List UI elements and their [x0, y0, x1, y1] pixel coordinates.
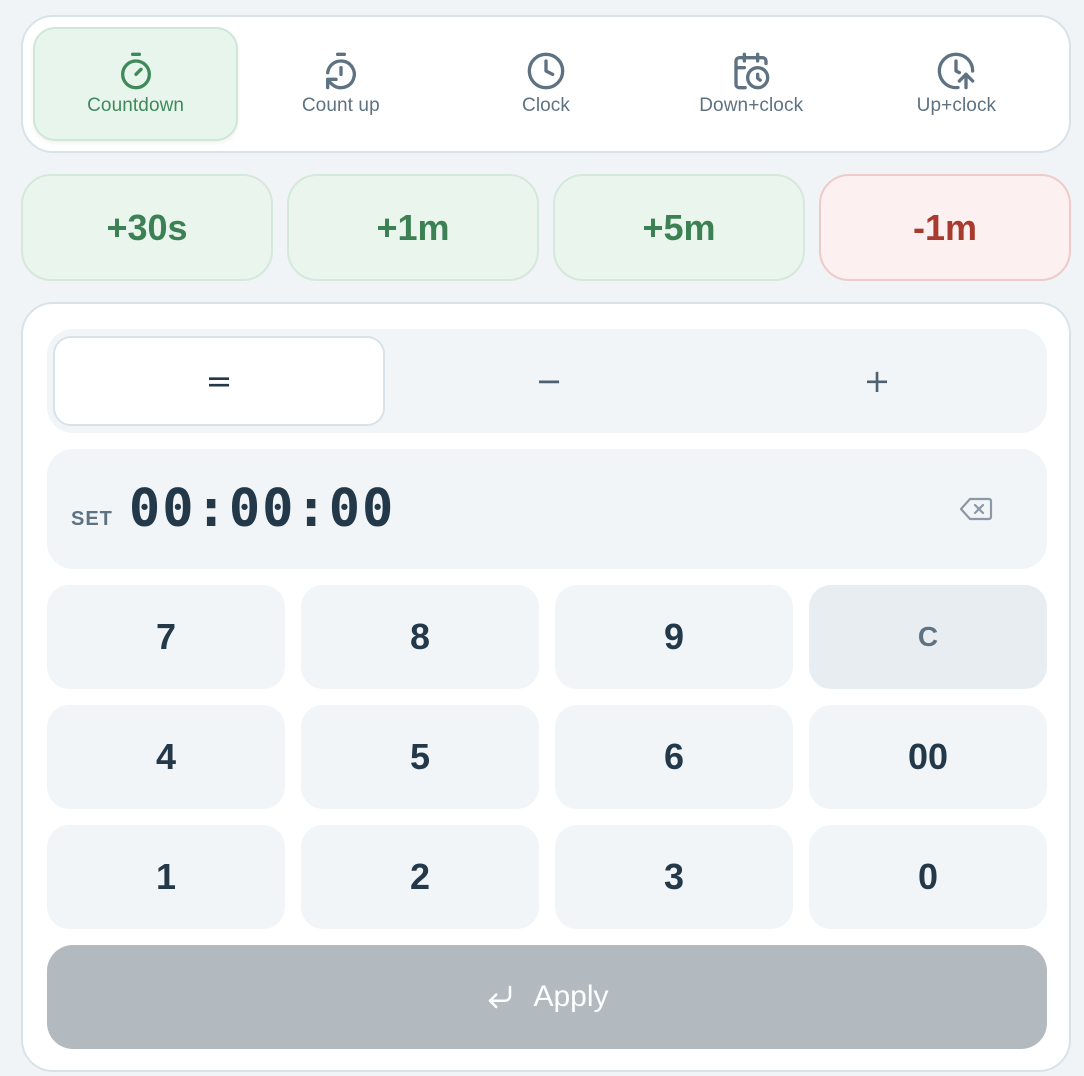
key-2[interactable]: 2 [301, 825, 539, 929]
keypad-panel: = − + SET 00:00:00 7 8 9 C 4 5 6 00 1 2 … [21, 302, 1071, 1072]
key-5[interactable]: 5 [301, 705, 539, 809]
key-7[interactable]: 7 [47, 585, 285, 689]
key-9[interactable]: 9 [555, 585, 793, 689]
add-1m-button[interactable]: +1m [287, 174, 539, 281]
op-add-button[interactable]: + [713, 336, 1041, 426]
tab-label: Down+clock [699, 95, 804, 116]
numeric-keypad: 7 8 9 C 4 5 6 00 1 2 3 0 [47, 585, 1047, 929]
mode-selector: Countdown Count up Clock Down+clock Up+c… [21, 15, 1071, 153]
tab-clock[interactable]: Clock [443, 27, 648, 141]
add-5m-button[interactable]: +5m [553, 174, 805, 281]
op-subtract-button[interactable]: − [385, 336, 713, 426]
apply-button[interactable]: Apply [47, 945, 1047, 1049]
apply-label: Apply [533, 980, 609, 1013]
key-8[interactable]: 8 [301, 585, 539, 689]
tab-countdown[interactable]: Countdown [33, 27, 239, 141]
operation-selector: = − + [47, 329, 1047, 433]
key-3[interactable]: 3 [555, 825, 793, 929]
quick-adjust-row: +30s +1m +5m -1m [21, 174, 1071, 281]
op-set-button[interactable]: = [53, 336, 385, 426]
tab-count-up[interactable]: Count up [238, 27, 443, 141]
tab-down-clock[interactable]: Down+clock [649, 27, 854, 141]
backspace-icon[interactable] [959, 497, 993, 521]
calendar-clock-icon [734, 52, 770, 90]
key-6[interactable]: 6 [555, 705, 793, 809]
clear-button[interactable]: C [809, 585, 1047, 689]
subtract-1m-button[interactable]: -1m [819, 174, 1071, 281]
tab-up-clock[interactable]: Up+clock [854, 27, 1059, 141]
stopwatch-icon [120, 52, 151, 90]
enter-icon [489, 985, 512, 1009]
timer-reset-icon [325, 52, 356, 90]
tab-label: Clock [522, 95, 571, 116]
tab-label: Countdown [87, 95, 185, 116]
add-30s-button[interactable]: +30s [21, 174, 273, 281]
clock-icon [527, 52, 565, 90]
key-00[interactable]: 00 [809, 705, 1047, 809]
clock-arrow-up-icon [938, 52, 975, 90]
time-value: 00:00:00 [128, 479, 396, 539]
set-label: SET [71, 507, 113, 530]
tab-label: Count up [301, 95, 380, 116]
key-0[interactable]: 0 [809, 825, 1047, 929]
key-4[interactable]: 4 [47, 705, 285, 809]
tab-label: Up+clock [916, 95, 997, 116]
key-1[interactable]: 1 [47, 825, 285, 929]
time-display: SET 00:00:00 [47, 449, 1047, 569]
